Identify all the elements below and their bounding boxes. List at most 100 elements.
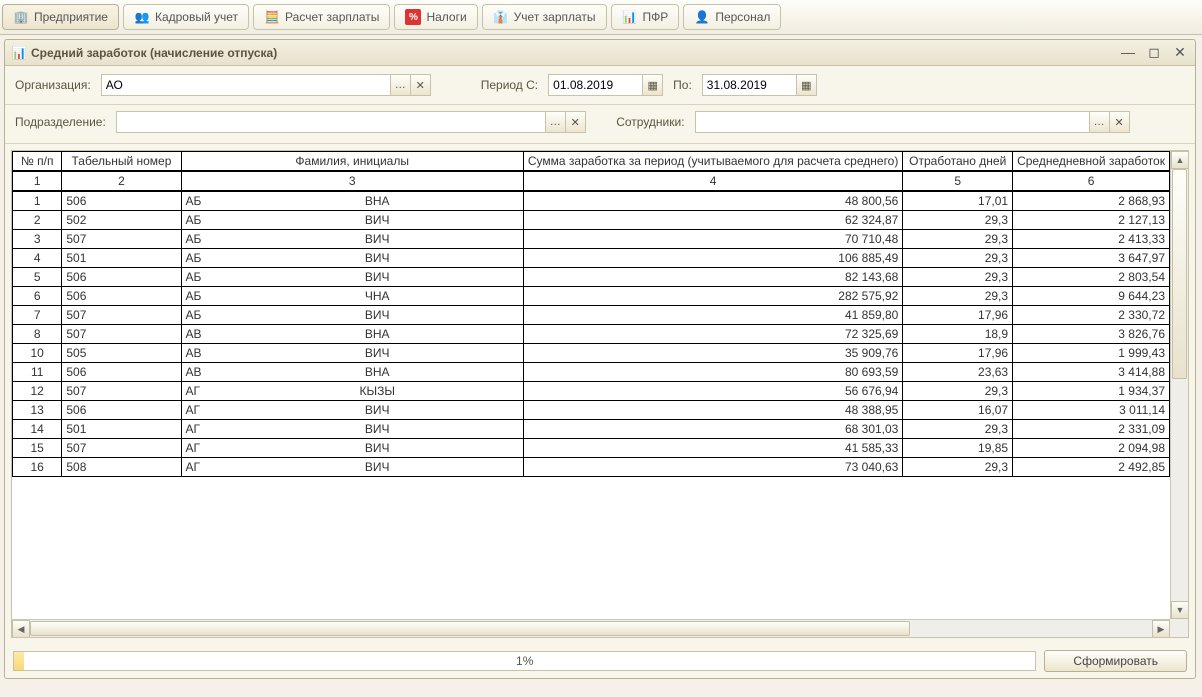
window-controls: — ◻ ✕ bbox=[1119, 44, 1189, 61]
period-to-calendar-button[interactable]: ▦ bbox=[797, 74, 817, 96]
cell-avg: 1 934,37 bbox=[1013, 382, 1170, 401]
scroll-down-button[interactable]: ▼ bbox=[1171, 601, 1189, 619]
cell-n: 1 bbox=[13, 191, 62, 211]
tab-label: Учет зарплаты bbox=[514, 10, 596, 24]
period-to-input[interactable] bbox=[702, 74, 797, 96]
dept-input[interactable] bbox=[116, 111, 546, 133]
tab-label: ПФР bbox=[643, 10, 669, 24]
cell-days: 29,3 bbox=[903, 420, 1013, 439]
cell-avg: 2 331,09 bbox=[1013, 420, 1170, 439]
emp-select-button[interactable]: … bbox=[1090, 111, 1110, 133]
table-row[interactable]: 5506АБВИЧ82 143,6829,32 803,54 bbox=[13, 268, 1170, 287]
cell-sum: 41 859,80 bbox=[523, 306, 903, 325]
period-from-input[interactable] bbox=[548, 74, 643, 96]
table-row[interactable]: 7507АБВИЧ41 859,8017,962 330,72 bbox=[13, 306, 1170, 325]
org-label: Организация: bbox=[15, 78, 91, 92]
tab-pfr[interactable]: 📊 ПФР bbox=[611, 4, 680, 30]
cell-avg: 2 094,98 bbox=[1013, 439, 1170, 458]
cell-n: 8 bbox=[13, 325, 62, 344]
cell-n: 16 bbox=[13, 458, 62, 477]
cell-sum: 82 143,68 bbox=[523, 268, 903, 287]
table-row[interactable]: 8507АВВНА72 325,6918,93 826,76 bbox=[13, 325, 1170, 344]
cell-fio: АГКЫЗЫ bbox=[181, 382, 523, 401]
tab-personnel[interactable]: 👤 Персонал bbox=[683, 4, 781, 30]
cell-n: 4 bbox=[13, 249, 62, 268]
table-container: № п/п Табельный номер Фамилия, инициалы … bbox=[11, 150, 1189, 638]
horizontal-scrollbar[interactable]: ◀ ▶ bbox=[12, 619, 1170, 637]
table-row[interactable]: 1506АБВНА48 800,5617,012 868,93 bbox=[13, 191, 1170, 211]
table-row[interactable]: 15507АГВИЧ41 585,3319,852 094,98 bbox=[13, 439, 1170, 458]
calc-icon: 🧮 bbox=[264, 9, 280, 25]
scroll-left-button[interactable]: ◀ bbox=[12, 620, 30, 638]
cell-tab: 506 bbox=[62, 287, 181, 306]
cell-fio: АВВНА bbox=[181, 363, 523, 382]
cell-avg: 2 330,72 bbox=[1013, 306, 1170, 325]
cell-n: 7 bbox=[13, 306, 62, 325]
org-select-button[interactable]: … bbox=[391, 74, 411, 96]
cell-fio: АГВИЧ bbox=[181, 439, 523, 458]
maximize-button[interactable]: ◻ bbox=[1145, 44, 1163, 61]
dept-select-button[interactable]: … bbox=[546, 111, 566, 133]
filter-row-1: Организация: … ✕ Период С: ▦ По: ▦ bbox=[5, 66, 1195, 105]
cell-avg: 3 826,76 bbox=[1013, 325, 1170, 344]
emp-input[interactable] bbox=[695, 111, 1090, 133]
org-clear-button[interactable]: ✕ bbox=[411, 74, 431, 96]
table-row[interactable]: 10505АВВИЧ35 909,7617,961 999,43 bbox=[13, 344, 1170, 363]
scroll-right-button[interactable]: ▶ bbox=[1152, 620, 1170, 638]
tab-taxes[interactable]: % Налоги bbox=[394, 4, 477, 30]
cell-tab: 506 bbox=[62, 268, 181, 287]
emp-label: Сотрудники: bbox=[616, 115, 684, 129]
vertical-scrollbar[interactable]: ▲ ▼ bbox=[1170, 151, 1188, 619]
cell-days: 29,3 bbox=[903, 268, 1013, 287]
cell-fio: АБВИЧ bbox=[181, 249, 523, 268]
cell-avg: 3 414,88 bbox=[1013, 363, 1170, 382]
emp-clear-button[interactable]: ✕ bbox=[1110, 111, 1130, 133]
scroll-up-button[interactable]: ▲ bbox=[1171, 151, 1189, 169]
cell-fio: АБВИЧ bbox=[181, 230, 523, 249]
th-tab: Табельный номер bbox=[62, 152, 181, 172]
table-row[interactable]: 12507АГКЫЗЫ56 676,9429,31 934,37 bbox=[13, 382, 1170, 401]
progress-bar: 1% bbox=[13, 651, 1036, 671]
tab-enterprise[interactable]: 🏢 Предприятие bbox=[2, 4, 119, 30]
main-toolbar: 🏢 Предприятие 👥 Кадровый учет 🧮 Расчет з… bbox=[0, 0, 1202, 35]
dept-clear-button[interactable]: ✕ bbox=[566, 111, 586, 133]
table-viewport[interactable]: № п/п Табельный номер Фамилия, инициалы … bbox=[12, 151, 1170, 619]
close-button[interactable]: ✕ bbox=[1171, 44, 1189, 61]
table-row[interactable]: 6506АБЧНА282 575,9229,39 644,23 bbox=[13, 287, 1170, 306]
tab-salary-calc[interactable]: 🧮 Расчет зарплаты bbox=[253, 4, 390, 30]
cell-n: 2 bbox=[13, 211, 62, 230]
table-row[interactable]: 4501АБВИЧ106 885,4929,33 647,97 bbox=[13, 249, 1170, 268]
period-to-label: По: bbox=[673, 78, 692, 92]
table-row[interactable]: 3507АБВИЧ70 710,4829,32 413,33 bbox=[13, 230, 1170, 249]
colnum: 1 bbox=[13, 171, 62, 191]
cell-avg: 9 644,23 bbox=[1013, 287, 1170, 306]
table-row[interactable]: 13506АГВИЧ48 388,9516,073 011,14 bbox=[13, 401, 1170, 420]
period-from-calendar-button[interactable]: ▦ bbox=[643, 74, 663, 96]
cell-avg: 3 647,97 bbox=[1013, 249, 1170, 268]
org-input-group: … ✕ bbox=[101, 74, 431, 96]
tab-salary-account[interactable]: 👔 Учет зарплаты bbox=[482, 4, 607, 30]
cell-days: 29,3 bbox=[903, 458, 1013, 477]
dept-label: Подразделение: bbox=[15, 115, 106, 129]
cell-avg: 2 803,54 bbox=[1013, 268, 1170, 287]
th-sum: Сумма заработка за период (учитываемого … bbox=[523, 152, 903, 172]
tab-hr[interactable]: 👥 Кадровый учет bbox=[123, 4, 249, 30]
cell-sum: 41 585,33 bbox=[523, 439, 903, 458]
cell-n: 12 bbox=[13, 382, 62, 401]
minimize-button[interactable]: — bbox=[1119, 44, 1137, 61]
table-row[interactable]: 2502АБВИЧ62 324,8729,32 127,13 bbox=[13, 211, 1170, 230]
generate-button[interactable]: Сформировать bbox=[1044, 650, 1187, 672]
org-input[interactable] bbox=[101, 74, 391, 96]
table-row[interactable]: 11506АВВНА80 693,5923,633 414,88 bbox=[13, 363, 1170, 382]
cell-tab: 507 bbox=[62, 382, 181, 401]
th-n: № п/п bbox=[13, 152, 62, 172]
colnum: 3 bbox=[181, 171, 523, 191]
cell-tab: 502 bbox=[62, 211, 181, 230]
cell-sum: 80 693,59 bbox=[523, 363, 903, 382]
period-from-label: Период С: bbox=[481, 78, 538, 92]
table-row[interactable]: 14501АГВИЧ68 301,0329,32 331,09 bbox=[13, 420, 1170, 439]
cell-n: 15 bbox=[13, 439, 62, 458]
cell-sum: 73 040,63 bbox=[523, 458, 903, 477]
cell-n: 11 bbox=[13, 363, 62, 382]
table-row[interactable]: 16508АГВИЧ73 040,6329,32 492,85 bbox=[13, 458, 1170, 477]
